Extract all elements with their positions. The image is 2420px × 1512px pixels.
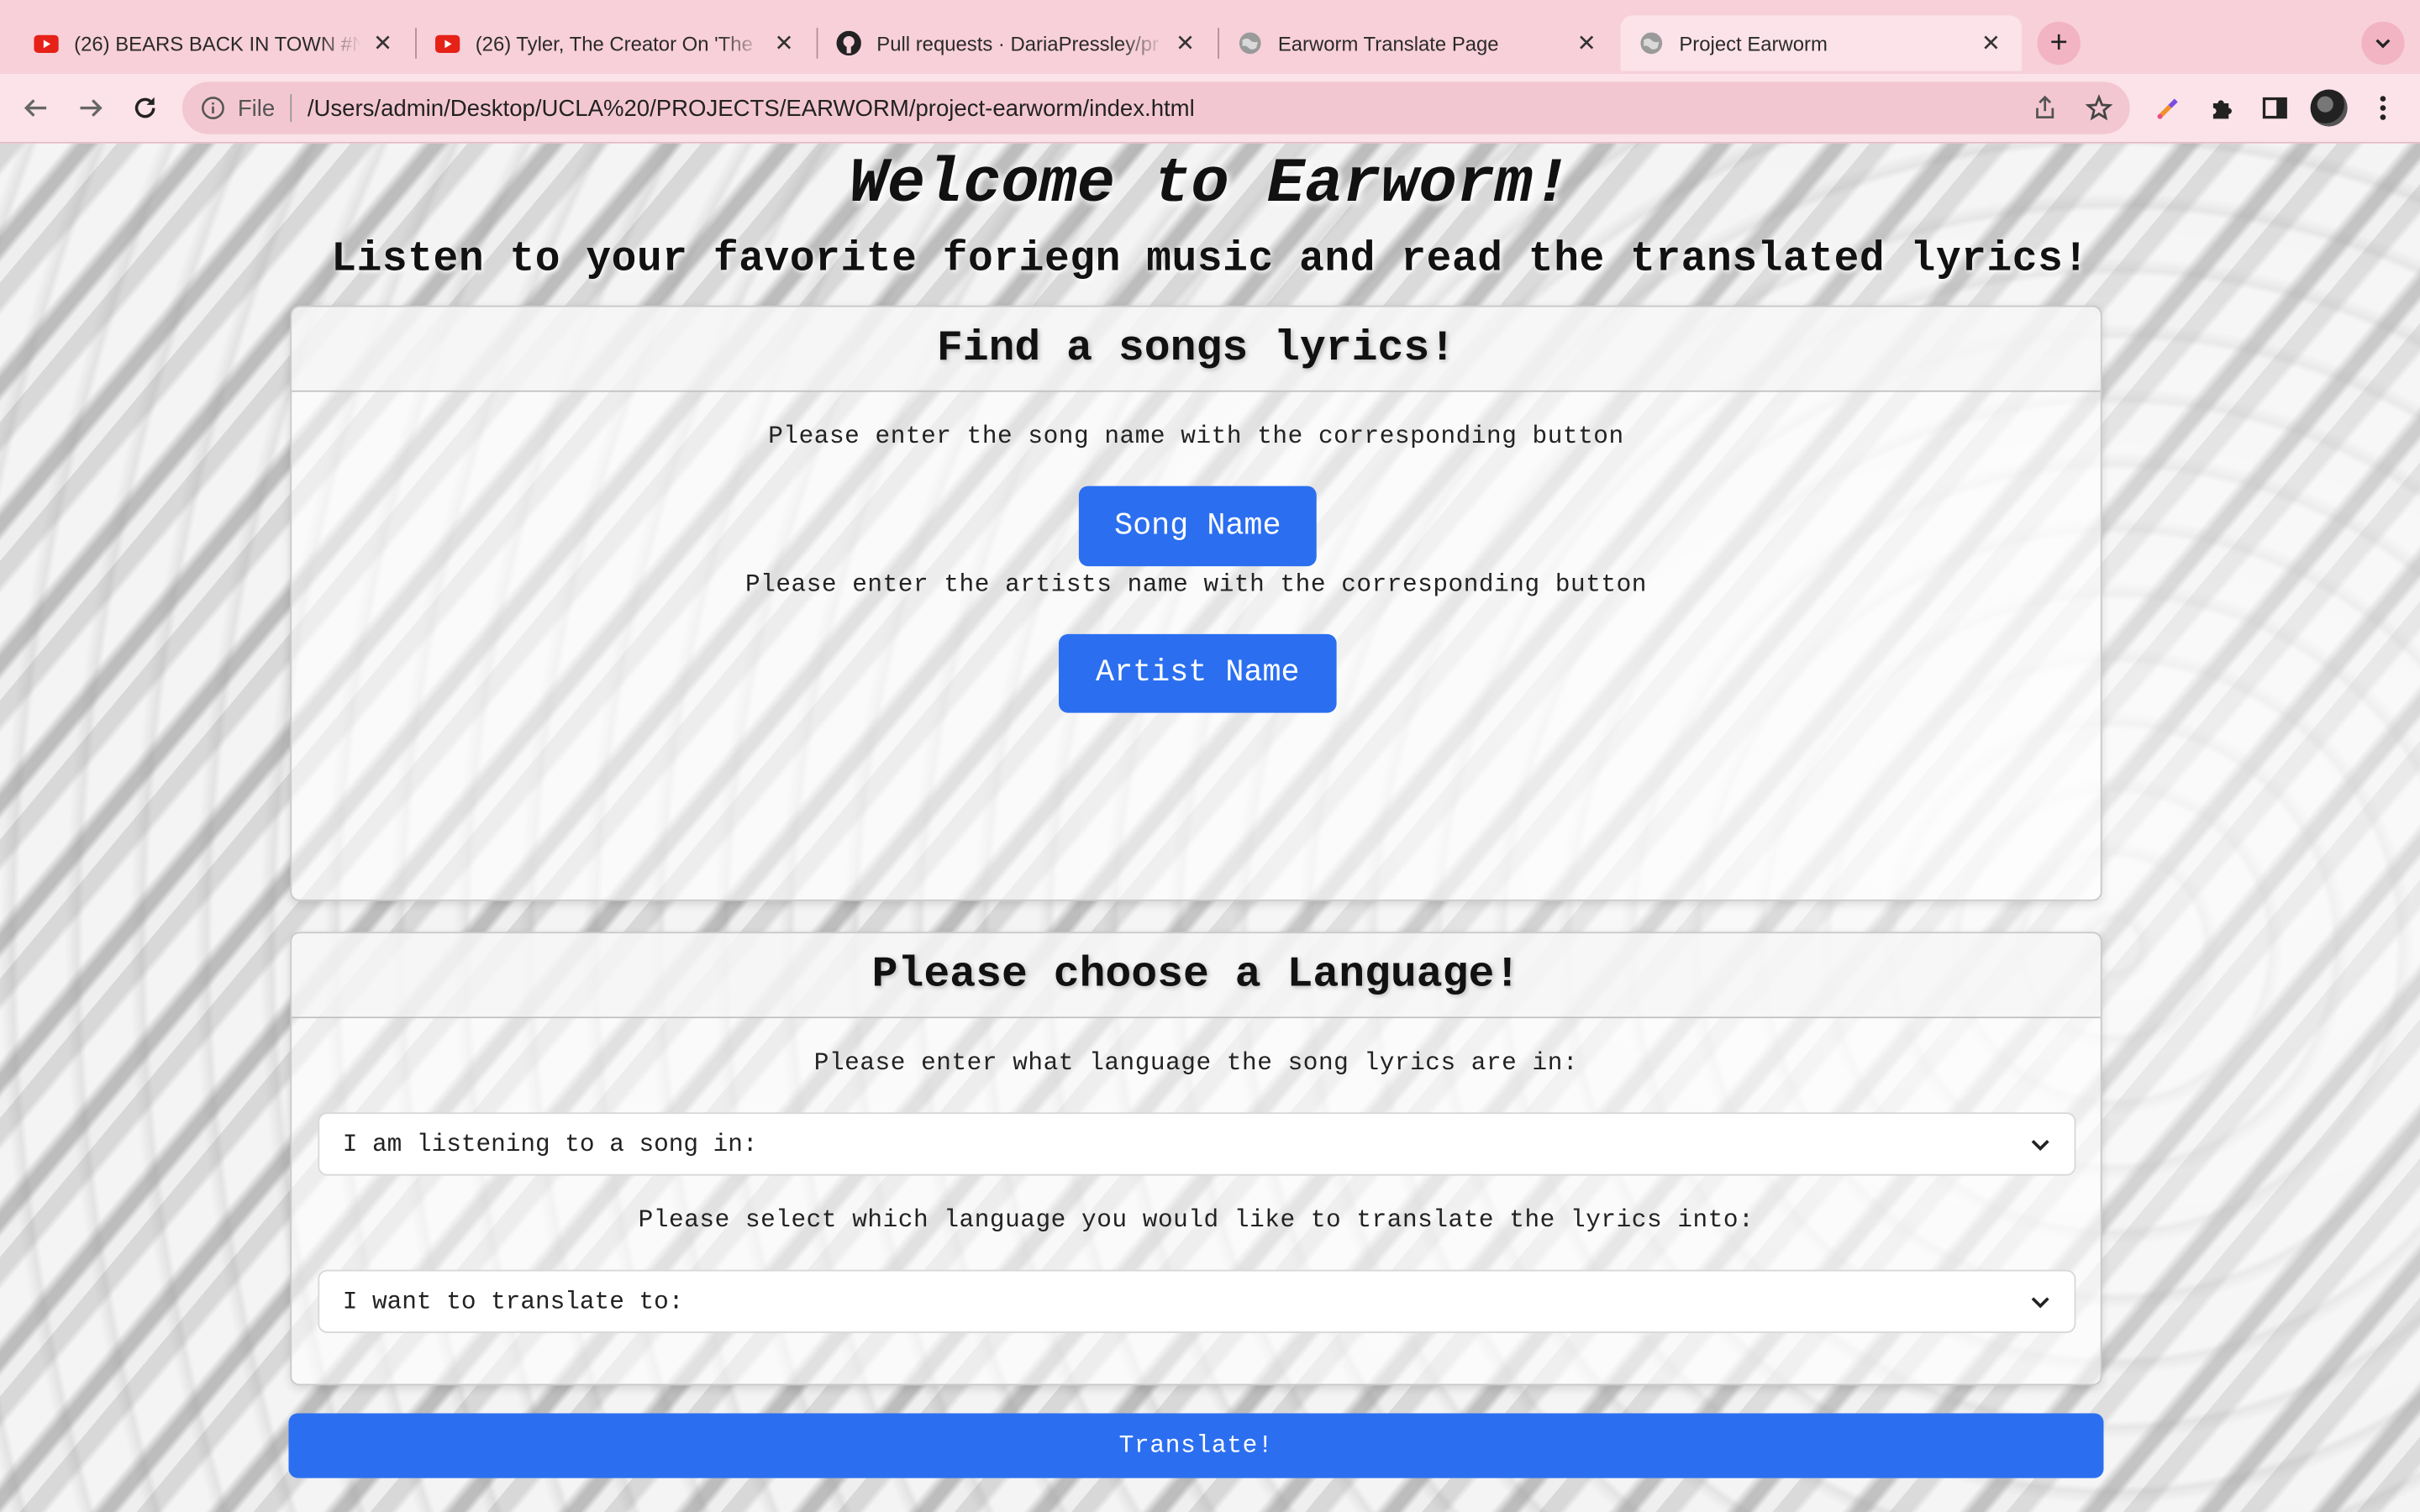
reload-icon[interactable] (128, 91, 161, 124)
close-tab-icon[interactable]: ✕ (371, 29, 395, 57)
forward-icon[interactable] (74, 91, 108, 124)
page-viewport: Welcome to Earworm! Listen to your favor… (0, 143, 2420, 1512)
color-picker-extension-icon[interactable] (2153, 92, 2184, 123)
avatar[interactable] (2310, 89, 2348, 127)
song-name-button[interactable]: Song Name (1078, 486, 1317, 567)
browser-tab-active[interactable]: Project Earworm ✕ (1620, 15, 2023, 71)
more-menu-icon[interactable] (2368, 92, 2399, 123)
tab-title: Pull requests · DariaPressley/pr (876, 31, 1160, 55)
browser-toolbar: File /Users/admin/Desktop/UCLA%20/PROJEC… (0, 74, 2420, 144)
target-language-prompt: Please select which language you would l… (638, 1206, 1754, 1235)
target-language-select[interactable]: I want to translate to: (318, 1269, 2076, 1333)
info-icon[interactable] (201, 96, 225, 120)
page-subtitle: Listen to your favorite foriegn music an… (331, 237, 2089, 284)
page-title: Welcome to Earworm! (849, 150, 1571, 221)
source-language-prompt: Please enter what language the song lyri… (813, 1048, 1579, 1078)
browser-tab-strip: (26) BEARS BACK IN TOWN #N ✕ (26) Tyler,… (0, 0, 2420, 75)
chevron-down-icon (2031, 1297, 2049, 1309)
tab-title: Project Earworm (1679, 31, 1828, 55)
youtube-icon (34, 31, 59, 55)
chevron-down-icon (2031, 1139, 2049, 1152)
bookmark-star-icon[interactable] (2085, 94, 2113, 122)
close-tab-icon[interactable]: ✕ (771, 29, 796, 57)
source-language-select-value: I am listening to a song in: (342, 1130, 758, 1158)
choose-language-heading: Please choose a Language! (292, 933, 2101, 1019)
youtube-icon (434, 31, 460, 55)
browser-tab[interactable]: Pull requests · DariaPressley/pr ✕ (818, 15, 1216, 71)
github-icon (836, 30, 861, 56)
choose-language-card: Please choose a Language! Please enter w… (290, 932, 2102, 1386)
artist-name-prompt: Please enter the artists name with the c… (744, 570, 1647, 599)
find-lyrics-card: Find a songs lyrics! Please enter the so… (290, 305, 2102, 901)
source-language-select[interactable]: I am listening to a song in: (318, 1112, 2076, 1176)
globe-icon (1238, 31, 1262, 55)
target-language-select-value: I want to translate to: (342, 1287, 684, 1315)
back-icon[interactable] (18, 91, 52, 124)
browser-tab[interactable]: Earworm Translate Page ✕ (1219, 15, 1618, 71)
browser-tab[interactable]: (26) BEARS BACK IN TOWN #N ✕ (15, 15, 413, 71)
browser-tab[interactable]: (26) Tyler, The Creator On 'The ✕ (417, 15, 815, 71)
song-name-prompt: Please enter the song name with the corr… (768, 423, 1624, 451)
extensions-puzzle-icon[interactable] (2207, 92, 2238, 123)
find-lyrics-heading: Find a songs lyrics! (292, 307, 2101, 392)
url-scheme: File (237, 94, 276, 122)
address-bar[interactable]: File /Users/admin/Desktop/UCLA%20/PROJEC… (182, 81, 2130, 134)
globe-icon (1639, 31, 1664, 55)
tab-title: Earworm Translate Page (1277, 31, 1499, 55)
share-icon[interactable] (2031, 94, 2059, 122)
new-tab-plus-icon[interactable]: + (2037, 21, 2081, 66)
translate-button[interactable]: Translate! (288, 1413, 2104, 1478)
tab-title: (26) Tyler, The Creator On 'The (475, 31, 753, 55)
tab-title: (26) BEARS BACK IN TOWN #N (74, 31, 361, 55)
close-tab-icon[interactable]: ✕ (1173, 29, 1197, 57)
close-tab-icon[interactable]: ✕ (1574, 29, 1598, 57)
close-tab-icon[interactable]: ✕ (1979, 29, 2003, 57)
tab-search-chevron-icon[interactable] (2361, 21, 2405, 66)
side-panel-icon[interactable] (2260, 92, 2291, 123)
url-text[interactable]: /Users/admin/Desktop/UCLA%20/PROJECTS/EA… (308, 95, 1195, 121)
artist-name-button[interactable]: Artist Name (1059, 633, 1337, 713)
omnibox-divider (290, 94, 292, 123)
